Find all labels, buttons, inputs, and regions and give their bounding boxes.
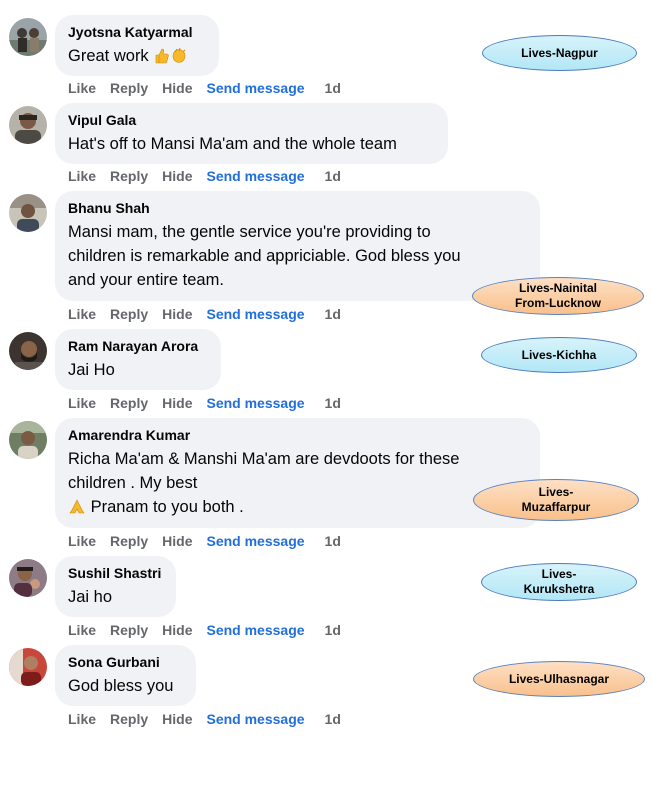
comment-text: Jai Ho [68, 361, 115, 379]
hide-button[interactable]: Hide [162, 394, 192, 412]
comment-text: Mansi mam, the gentle service you're pro… [68, 220, 527, 292]
location-tag-text: Lives-Kichha [521, 347, 597, 362]
comment-actions: Like Reply Hide Send message 1d [68, 394, 355, 412]
timestamp[interactable]: 1d [325, 710, 341, 728]
send-message-button[interactable]: Send message [206, 394, 304, 412]
like-button[interactable]: Like [68, 710, 96, 728]
commenter-name[interactable]: Amarendra Kumar [68, 426, 527, 444]
commenter-name[interactable]: Bhanu Shah [68, 199, 527, 217]
location-tag: Lives- Kurukshetra [481, 563, 637, 601]
location-tag: Lives-Nainital From-Lucknow [472, 277, 644, 315]
comment-line: Mansi mam, the gentle service you're pro… [68, 223, 431, 241]
commenter-name[interactable]: Ram Narayan Arora [68, 337, 208, 355]
avatar[interactable] [9, 194, 47, 232]
hide-button[interactable]: Hide [162, 79, 192, 97]
location-tag: Lives-Nagpur [482, 35, 637, 71]
timestamp[interactable]: 1d [325, 621, 341, 639]
comment-actions: Like Reply Hide Send message 1d [68, 621, 355, 639]
like-button[interactable]: Like [68, 305, 96, 323]
location-tag-text: From-Lucknow [515, 296, 601, 310]
comment-text: God bless you [68, 677, 174, 695]
send-message-button[interactable]: Send message [206, 710, 304, 728]
timestamp[interactable]: 1d [325, 394, 341, 412]
like-button[interactable]: Like [68, 79, 96, 97]
comment-bubble: Amarendra Kumar Richa Ma'am & Manshi Ma'… [55, 418, 540, 528]
comment-actions: Like Reply Hide Send message 1d [68, 710, 355, 728]
hide-button[interactable]: Hide [162, 532, 192, 550]
send-message-button[interactable]: Send message [206, 621, 304, 639]
comment-bubble: Sona Gurbani God bless you [55, 645, 196, 706]
hide-button[interactable]: Hide [162, 305, 192, 323]
like-button[interactable]: Like [68, 394, 96, 412]
avatar[interactable] [9, 332, 47, 370]
timestamp[interactable]: 1d [325, 532, 341, 550]
comment-actions: Like Reply Hide Send message 1d [68, 305, 355, 323]
comment-actions: Like Reply Hide Send message 1d [68, 79, 355, 97]
avatar[interactable] [9, 648, 47, 686]
commenter-name[interactable]: Vipul Gala [68, 111, 435, 129]
location-tag-text: Kurukshetra [523, 582, 595, 596]
folded-hands-icon [68, 498, 86, 522]
comment-text: Hat's off to Mansi Ma'am and the whole t… [68, 135, 397, 153]
location-tag-text: Lives-Nagpur [521, 45, 598, 60]
comment-actions: Like Reply Hide Send message 1d [68, 167, 355, 185]
avatar[interactable] [9, 421, 47, 459]
comment-actions: Like Reply Hide Send message 1d [68, 532, 355, 550]
send-message-button[interactable]: Send message [206, 305, 304, 323]
avatar[interactable] [9, 559, 47, 597]
location-tag-text: Lives- [541, 567, 577, 581]
timestamp[interactable]: 1d [325, 305, 341, 323]
comment-bubble: Vipul Gala Hat's off to Mansi Ma'am and … [55, 103, 448, 164]
reply-button[interactable]: Reply [110, 167, 148, 185]
location-tag-text: Lives- [538, 485, 574, 499]
comment-line-text: Pranam to you both . [90, 498, 244, 516]
clapping-hands-icon [170, 46, 188, 71]
send-message-button[interactable]: Send message [206, 532, 304, 550]
reply-button[interactable]: Reply [110, 394, 148, 412]
reply-button[interactable]: Reply [110, 532, 148, 550]
timestamp[interactable]: 1d [325, 167, 341, 185]
comment-text: Richa Ma'am & Manshi Ma'am are devdoots … [68, 447, 527, 522]
reply-button[interactable]: Reply [110, 710, 148, 728]
comment-text: Great work [68, 44, 206, 71]
comment-text: Jai ho [68, 588, 113, 606]
location-tag: Lives-Ulhasnagar [473, 661, 645, 697]
location-tag-text: Muzaffarpur [521, 500, 591, 514]
location-tag-text: Lives-Ulhasnagar [508, 671, 610, 686]
reply-button[interactable]: Reply [110, 305, 148, 323]
comment-bubble: Ram Narayan Arora Jai Ho [55, 329, 221, 390]
comment-line: children . My best [68, 474, 198, 492]
reply-button[interactable]: Reply [110, 79, 148, 97]
send-message-button[interactable]: Send message [206, 79, 304, 97]
comment-line: Richa Ma'am & Manshi Ma'am are devdoots … [68, 450, 460, 468]
location-tag: Lives-Kichha [481, 337, 637, 373]
send-message-button[interactable]: Send message [206, 167, 304, 185]
comment-line: and your entire team. [68, 271, 224, 289]
hide-button[interactable]: Hide [162, 710, 192, 728]
comment-bubble: Bhanu Shah Mansi mam, the gentle service… [55, 191, 540, 301]
timestamp[interactable]: 1d [325, 79, 341, 97]
thumbs-up-icon [153, 47, 170, 71]
comment-text-content: Great work [68, 47, 149, 65]
hide-button[interactable]: Hide [162, 621, 192, 639]
comment-line: Pranam to you both . [68, 495, 527, 522]
comment-bubble: Jyotsna Katyarmal Great work [55, 15, 219, 76]
commenter-name[interactable]: Sona Gurbani [68, 653, 183, 671]
hide-button[interactable]: Hide [162, 167, 192, 185]
location-tag-text: Lives-Nainital [518, 281, 598, 295]
like-button[interactable]: Like [68, 621, 96, 639]
reply-button[interactable]: Reply [110, 621, 148, 639]
commenter-name[interactable]: Jyotsna Katyarmal [68, 23, 206, 41]
avatar[interactable] [9, 18, 47, 56]
commenter-name[interactable]: Sushil Shastri [68, 564, 163, 582]
comment-bubble: Sushil Shastri Jai ho [55, 556, 176, 617]
location-tag: Lives- Muzaffarpur [473, 479, 639, 521]
like-button[interactable]: Like [68, 167, 96, 185]
avatar[interactable] [9, 106, 47, 144]
like-button[interactable]: Like [68, 532, 96, 550]
comment-line: children is remarkable and appriciable. … [68, 247, 461, 265]
